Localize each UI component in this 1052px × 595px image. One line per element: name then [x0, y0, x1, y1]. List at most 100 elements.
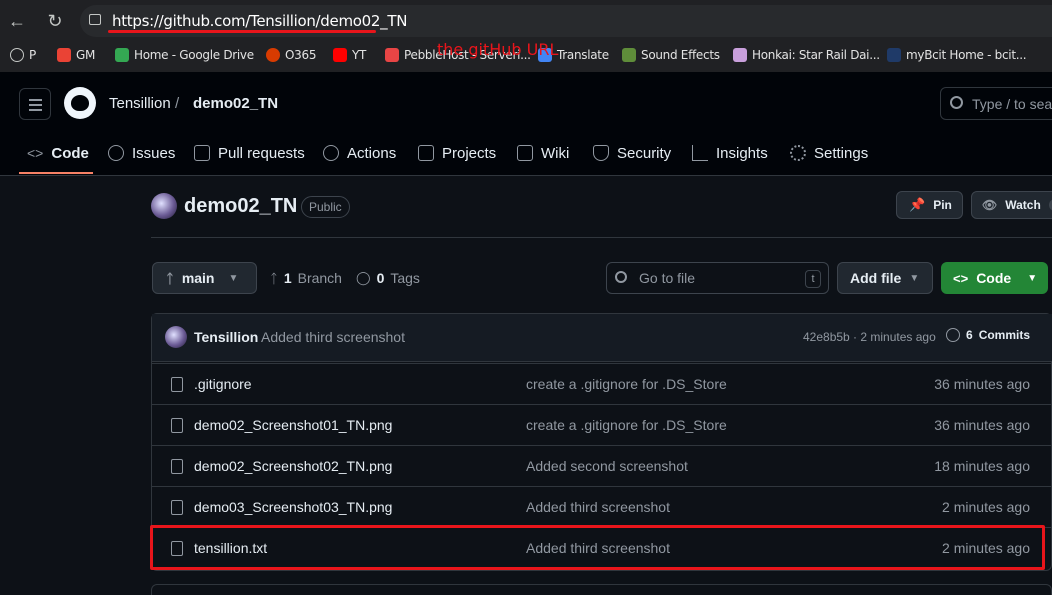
file-icon: [171, 500, 183, 515]
visibility-badge: Public: [301, 196, 350, 218]
pin-icon: 📌: [909, 197, 926, 212]
code-button[interactable]: <> Code ▼: [941, 262, 1048, 294]
chevron-down-icon: ▼: [1027, 272, 1038, 284]
divider: [151, 237, 1052, 238]
shield-icon: [593, 145, 609, 161]
sound-icon: [622, 48, 636, 62]
table-row[interactable]: demo02_Screenshot01_TN.png create a .git…: [152, 404, 1052, 445]
branches-link[interactable]: ᛏ 1 Branch: [270, 270, 342, 286]
bookmark-sound-effects[interactable]: Sound Effects: [622, 47, 720, 63]
file-name[interactable]: demo02_Screenshot01_TN.png: [194, 417, 392, 433]
branch-icon: ᛏ: [270, 270, 278, 286]
file-commit-message[interactable]: create a .gitignore for .DS_Store: [526, 417, 727, 433]
tab-code[interactable]: <> Code: [27, 143, 89, 163]
youtube-icon: [333, 48, 347, 62]
go-to-file-placeholder: Go to file: [639, 270, 696, 286]
play-icon: [323, 145, 339, 161]
readme-box: [151, 584, 1052, 595]
menu-button[interactable]: [19, 88, 51, 120]
avatar[interactable]: [165, 326, 187, 348]
tab-actions[interactable]: Actions: [323, 143, 396, 163]
github-logo-icon[interactable]: [64, 87, 96, 119]
url-text[interactable]: https://github.com/Tensillion/demo02_TN: [112, 12, 407, 30]
file-commit-message[interactable]: Added second screenshot: [526, 458, 688, 474]
pull-request-icon: [194, 145, 210, 161]
file-name[interactable]: demo02_Screenshot02_TN.png: [194, 458, 392, 474]
bcit-icon: [887, 48, 901, 62]
annotation-highlight-box: [150, 525, 1045, 570]
search-icon: [615, 271, 627, 283]
table-row[interactable]: demo02_Screenshot02_TN.png Added second …: [152, 445, 1052, 486]
active-tab-indicator: [19, 172, 93, 174]
gear-icon: [790, 145, 806, 161]
shortcut-hint: t: [805, 270, 821, 288]
bookmark-drive[interactable]: Home - Google Drive: [115, 47, 254, 63]
issue-icon: [108, 145, 124, 161]
add-file-button[interactable]: Add file ▼: [837, 262, 933, 294]
history-icon: [946, 328, 960, 342]
gmail-icon: [57, 48, 71, 62]
table-icon: [418, 145, 434, 161]
avatar[interactable]: [151, 193, 177, 219]
annotation-label: the gitHub URL: [437, 40, 559, 59]
bookmark-p[interactable]: P: [10, 47, 36, 63]
file-commit-message[interactable]: create a .gitignore for .DS_Store: [526, 376, 727, 392]
site-info-icon[interactable]: [89, 14, 101, 25]
graph-icon: [692, 145, 708, 161]
book-icon: [517, 145, 533, 161]
repo-link[interactable]: demo02_TN: [193, 95, 278, 112]
commit-author[interactable]: Tensillion: [194, 329, 258, 345]
commit-message[interactable]: Added third screenshot: [261, 329, 405, 345]
search-placeholder: Type / to search: [972, 96, 1052, 112]
bookmark-yt[interactable]: YT: [333, 47, 366, 63]
file-icon: [171, 377, 183, 392]
chevron-down-icon: ▼: [228, 272, 239, 284]
owner-link[interactable]: Tensillion: [109, 95, 171, 112]
bookmark-mybcit[interactable]: myBcit Home - bcit...: [887, 47, 1027, 63]
tab-insights[interactable]: Insights: [692, 143, 768, 163]
file-icon: [171, 459, 183, 474]
bookmark-o365[interactable]: O365: [266, 47, 316, 63]
file-icon: [171, 418, 183, 433]
drive-icon: [115, 48, 129, 62]
tags-link[interactable]: ◯ 0 Tags: [356, 270, 420, 286]
commit-hash-time[interactable]: 42e8b5b · 2 minutes ago: [803, 330, 936, 344]
branch-icon: ᛏ: [166, 270, 174, 286]
page-title[interactable]: demo02_TN: [184, 195, 297, 218]
search-icon: [950, 96, 963, 109]
pin-button[interactable]: 📌 Pin: [896, 191, 963, 219]
tag-icon: ◯: [356, 270, 371, 285]
file-name[interactable]: .gitignore: [194, 376, 252, 392]
file-time: 18 minutes ago: [934, 458, 1030, 474]
bookmark-honkai[interactable]: Honkai: Star Rail Dai...: [733, 47, 880, 63]
globe-icon: [10, 48, 24, 62]
back-icon[interactable]: ←: [6, 10, 28, 32]
reload-icon[interactable]: ↻: [44, 10, 66, 32]
file-time: 36 minutes ago: [934, 376, 1030, 392]
menu-icon: [29, 99, 42, 101]
chevron-down-icon: ▼: [909, 272, 920, 284]
code-icon: <>: [953, 270, 969, 286]
bookmark-gm[interactable]: GM: [57, 47, 95, 63]
path-separator: /: [175, 95, 180, 112]
branch-selector[interactable]: ᛏ main ▼: [152, 262, 257, 294]
watch-button[interactable]: 👁Watch0: [971, 191, 1052, 219]
office-icon: [266, 48, 280, 62]
code-icon: <>: [27, 145, 44, 161]
table-row[interactable]: .gitignore create a .gitignore for .DS_S…: [152, 363, 1052, 404]
file-commit-message[interactable]: Added third screenshot: [526, 499, 670, 515]
file-time: 2 minutes ago: [942, 499, 1030, 515]
tab-security[interactable]: Security: [593, 143, 671, 163]
tab-wiki[interactable]: Wiki: [517, 143, 569, 163]
pebblehost-icon: [385, 48, 399, 62]
annotation-underline: [108, 30, 376, 33]
tab-projects[interactable]: Projects: [418, 143, 496, 163]
tab-issues[interactable]: Issues: [108, 143, 175, 163]
file-name[interactable]: demo03_Screenshot03_TN.png: [194, 499, 392, 515]
commits-link[interactable]: 6 Commits: [946, 328, 1030, 342]
file-time: 36 minutes ago: [934, 417, 1030, 433]
table-row[interactable]: demo03_Screenshot03_TN.png Added third s…: [152, 486, 1052, 527]
eye-icon: 👁: [982, 198, 998, 212]
tab-pull-requests[interactable]: Pull requests: [194, 143, 305, 163]
tab-settings[interactable]: Settings: [790, 143, 868, 163]
